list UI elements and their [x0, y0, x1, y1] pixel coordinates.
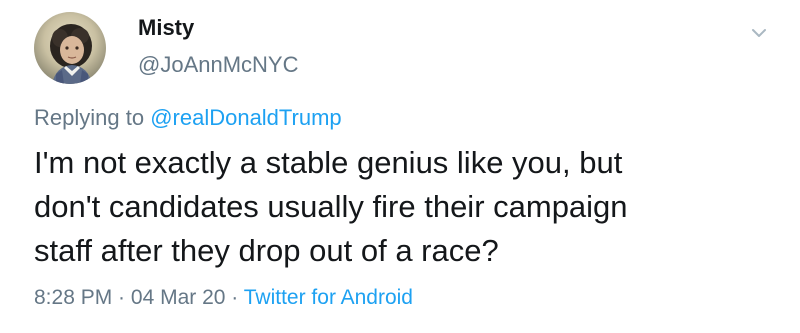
tweet-card: Misty @JoAnnMcNYC Replying to @realDonal… — [0, 0, 800, 333]
tweet-text-line: don't candidates usually fire their camp… — [34, 189, 628, 224]
meta-separator: · — [225, 286, 244, 309]
reply-mention-link[interactable]: @realDonaldTrump — [150, 105, 341, 130]
replying-to-line: Replying to @realDonaldTrump — [34, 104, 342, 132]
tweet-date[interactable]: 04 Mar 20 — [131, 286, 226, 309]
user-handle[interactable]: @JoAnnMcNYC — [138, 51, 299, 79]
replying-to-label: Replying to — [34, 105, 151, 130]
meta-separator: · — [112, 286, 131, 309]
tweet-text-line: staff after they drop out of a race? — [34, 233, 499, 268]
chevron-down-icon — [752, 29, 766, 37]
tweet-text-line: I'm not exactly a stable genius like you… — [34, 145, 623, 180]
avatar[interactable] — [34, 12, 106, 84]
tweet-source-link[interactable]: Twitter for Android — [244, 286, 413, 309]
display-name[interactable]: Misty — [138, 14, 194, 42]
tweet-metadata: 8:28 PM · 04 Mar 20 · Twitter for Androi… — [34, 284, 413, 312]
tweet-text: I'm not exactly a stable genius like you… — [34, 141, 754, 273]
tweet-menu-button[interactable] — [746, 20, 772, 46]
profile-photo-avatar-icon — [34, 12, 106, 84]
tweet-time[interactable]: 8:28 PM — [34, 286, 112, 309]
